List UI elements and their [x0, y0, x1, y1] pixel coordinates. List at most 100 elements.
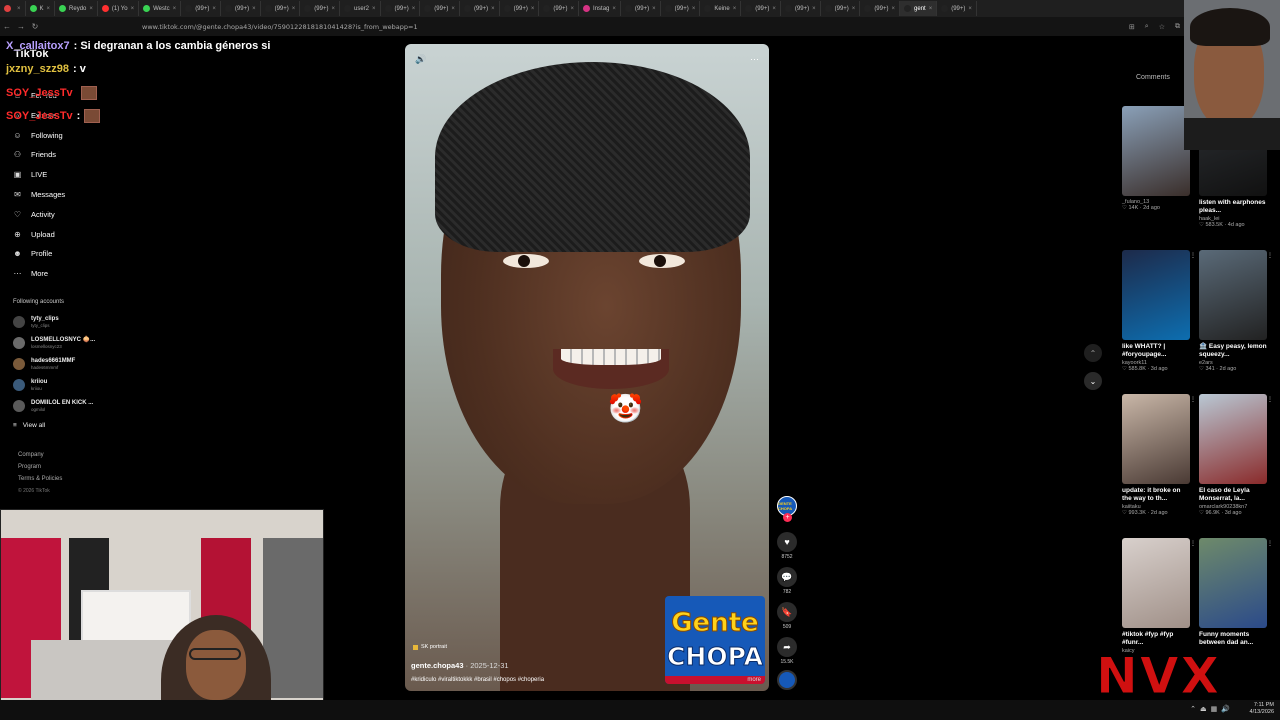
tab-close-icon[interactable]: ×	[17, 6, 21, 12]
video-thumbnail[interactable]	[1122, 106, 1190, 196]
save-action[interactable]: 🔖 509	[776, 602, 798, 630]
tab-close-icon[interactable]: ×	[292, 6, 296, 12]
tab-close-icon[interactable]: ×	[331, 6, 335, 12]
card-title[interactable]: #tiktok #fyp #fyp #funr...	[1122, 631, 1190, 647]
zoom-icon[interactable]: ⌕	[1145, 23, 1149, 31]
tab-close-icon[interactable]: ×	[173, 6, 177, 12]
share-icon[interactable]: ➦	[777, 637, 797, 657]
browser-tab[interactable]: Keine ×	[700, 1, 742, 16]
browser-tab[interactable]: (99+) ×	[261, 1, 301, 16]
tab-comments[interactable]: Comments	[1136, 74, 1170, 81]
card-title[interactable]: 🏦 Easy peasy, lemon squeezy...	[1199, 343, 1267, 359]
clock[interactable]: 7:11 PM 4/13/2026	[1250, 702, 1274, 716]
comment-action[interactable]: 💬 782	[776, 567, 798, 595]
comment-icon[interactable]: 💬	[777, 567, 797, 587]
video-thumbnail[interactable]	[1199, 250, 1267, 340]
browser-tab[interactable]: (99+) ×	[500, 1, 540, 16]
tab-close-icon[interactable]: ×	[733, 6, 737, 12]
footer-terms-link[interactable]: Terms & Policies	[18, 476, 62, 482]
sidebar-item-more[interactable]: ⋯ More	[12, 268, 49, 279]
card-title[interactable]: update: it broke on the way to th...	[1122, 487, 1190, 503]
card-menu-icon[interactable]: ⋮	[1190, 396, 1196, 403]
url-field[interactable]: www.tiktok.com/@gente.chopa43/video/7590…	[142, 23, 418, 31]
tab-close-icon[interactable]: ×	[652, 6, 656, 12]
sidebar-item-friends[interactable]: ⚇ Friends	[12, 149, 56, 160]
follow-plus-button[interactable]: +	[783, 513, 792, 522]
browser-tab[interactable]: gent ×	[900, 1, 938, 16]
sidebar-item-profile[interactable]: ☻ Profile	[12, 248, 52, 259]
browser-tab[interactable]: Reydo ×	[55, 1, 98, 16]
recommended-video-card[interactable]: ⋮ #tiktok #fyp #fyp #funr... kaicy	[1122, 538, 1196, 654]
following-account[interactable]: kriiou kriiou	[13, 379, 47, 391]
forward-icon[interactable]: →	[14, 22, 28, 31]
volume-icon[interactable]: 🔊	[415, 54, 426, 65]
following-account[interactable]: LOSMELLOSNYC 🧅... losmellosnyc23	[13, 337, 95, 349]
card-menu-icon[interactable]: ⋮	[1267, 252, 1273, 259]
video-player[interactable]: 🤡 🔊 ⋯ Gente CHOPA SK portrait gente.chop…	[405, 44, 769, 691]
following-account[interactable]: hades6661MMF hades6mmmf	[13, 358, 75, 370]
video-thumbnail[interactable]	[1122, 394, 1190, 484]
reload-icon[interactable]: ↻	[28, 22, 42, 31]
bookmark-star-icon[interactable]: ☆	[1159, 23, 1165, 31]
card-menu-icon[interactable]: ⋮	[1190, 540, 1196, 547]
tab-close-icon[interactable]: ×	[89, 6, 93, 12]
tab-close-icon[interactable]: ×	[212, 6, 216, 12]
recommended-video-card[interactable]: ⋮ like WHATT? | #foryoupage... kayoork11 ♡ …	[1122, 250, 1196, 372]
recommended-video-card[interactable]: ⋮ 🏦 Easy peasy, lemon squeezy... e2ars ♡ 34…	[1199, 250, 1273, 372]
back-icon[interactable]: ←	[0, 22, 14, 31]
browser-tab[interactable]: ×	[0, 1, 26, 16]
tab-close-icon[interactable]: ×	[571, 6, 575, 12]
tab-close-icon[interactable]: ×	[451, 6, 455, 12]
card-title[interactable]: like WHATT? | #foryoupage...	[1122, 343, 1190, 359]
tab-close-icon[interactable]: ×	[812, 6, 816, 12]
heart-icon[interactable]: ♥	[777, 532, 797, 552]
more-options-icon[interactable]: ⋯	[750, 54, 759, 65]
browser-tab[interactable]: (99+) ×	[539, 1, 580, 16]
browser-tab[interactable]: (1) Yo ×	[98, 1, 140, 16]
browser-tab[interactable]: (99+) ×	[741, 1, 781, 16]
tab-close-icon[interactable]: ×	[612, 6, 616, 12]
browser-tab[interactable]: (99+) ×	[621, 1, 661, 16]
browser-tab[interactable]: (99+) ×	[460, 1, 500, 16]
volume-icon[interactable]: 🔊	[1221, 705, 1230, 713]
recommended-video-card[interactable]: ⋮ Funny moments between dad an...	[1199, 538, 1273, 648]
card-menu-icon[interactable]: ⋮	[1267, 396, 1273, 403]
browser-tab[interactable]: (99+) ×	[781, 1, 821, 16]
browser-tab[interactable]: (99+) ×	[181, 1, 221, 16]
browser-tab[interactable]: (99+) ×	[300, 1, 340, 16]
like-action[interactable]: ♥ 8752	[776, 532, 798, 560]
sidebar-item-live[interactable]: ▣ LIVE	[12, 169, 48, 180]
card-title[interactable]: Funny moments between dad an...	[1199, 631, 1267, 647]
author-name[interactable]: gente.chopa43	[411, 661, 464, 670]
browser-tab[interactable]: K ×	[26, 1, 56, 16]
tab-close-icon[interactable]: ×	[47, 6, 51, 12]
video-hashtags[interactable]: #kridiculo #viraltiktokkk #brasil #chopo…	[411, 677, 544, 683]
sidebar-item-activity[interactable]: ♡ Activity	[12, 209, 55, 220]
tab-close-icon[interactable]: ×	[692, 6, 696, 12]
tab-close-icon[interactable]: ×	[929, 6, 933, 12]
recommended-video-card[interactable]: ⋮_fulano_13♡ 14K · 2d ago	[1122, 106, 1196, 211]
share-action[interactable]: ➦ 15.5K	[776, 637, 798, 665]
tab-close-icon[interactable]: ×	[491, 6, 495, 12]
usb-icon[interactable]: ⏏	[1200, 705, 1207, 713]
browser-tab[interactable]: Westc ×	[139, 1, 182, 16]
next-video-button[interactable]: ⌄	[1084, 372, 1102, 390]
tab-close-icon[interactable]: ×	[772, 6, 776, 12]
video-thumbnail[interactable]	[1199, 538, 1267, 628]
browser-tab[interactable]: (99+) ×	[821, 1, 861, 16]
browser-tab[interactable]: Instag ×	[579, 1, 621, 16]
browser-tab[interactable]: (99+) ×	[661, 1, 701, 16]
browser-tab[interactable]: (99+) ×	[381, 1, 421, 16]
extensions-icon[interactable]: ⧉	[1175, 23, 1180, 31]
footer-company-link[interactable]: Company	[18, 452, 44, 458]
video-thumbnail[interactable]	[1199, 394, 1267, 484]
following-account[interactable]: DOMIILOL EN KICK ... ogmilol	[13, 400, 93, 412]
card-menu-icon[interactable]: ⋮	[1267, 540, 1273, 547]
bookmark-icon[interactable]: 🔖	[777, 602, 797, 622]
sidebar-item-following[interactable]: ☺ Following	[12, 130, 62, 141]
tab-close-icon[interactable]: ×	[531, 6, 535, 12]
recommended-video-card[interactable]: ⋮ update: it broke on the way to th... kai…	[1122, 394, 1196, 516]
sidebar-item-upload[interactable]: ⊕ Upload	[12, 229, 55, 240]
sidebar-item-messages[interactable]: ✉ Messages	[12, 189, 65, 200]
video-thumbnail[interactable]	[1122, 250, 1190, 340]
